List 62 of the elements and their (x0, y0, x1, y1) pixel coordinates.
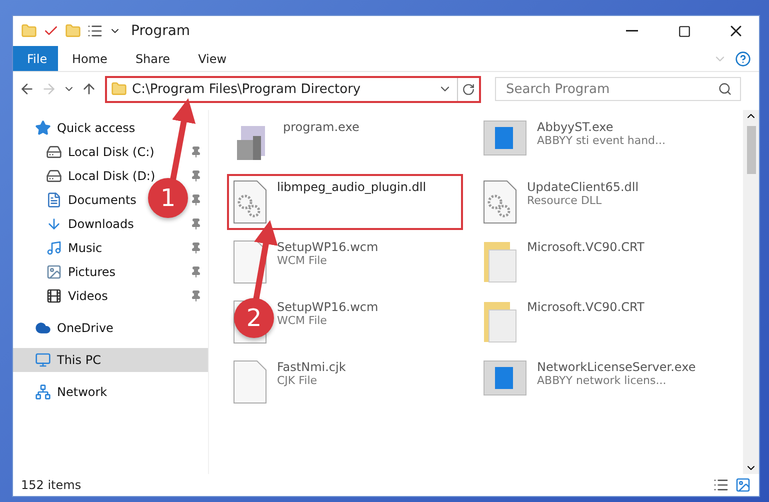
sidebar-item[interactable]: This PC (35, 349, 101, 371)
scrollbar-thumb[interactable] (746, 126, 756, 174)
music-note-icon (46, 240, 62, 256)
file-name[interactable]: Microsoft.VC90.CRT (527, 300, 644, 314)
file-type: WCM File (277, 314, 328, 327)
file-type: CJK File (277, 374, 318, 387)
application-icon (483, 120, 527, 156)
minimize-icon (626, 30, 638, 32)
search-box[interactable]: Search Program (495, 77, 741, 101)
star-icon (35, 120, 51, 136)
ribbon-tab[interactable]: Share (121, 46, 184, 71)
file-icon (233, 360, 267, 404)
ribbon-tab[interactable]: View (184, 46, 241, 71)
file-name[interactable]: FastNmi.cjk (277, 360, 346, 374)
file-name[interactable]: libmpeg_audio_plugin.dll (277, 180, 426, 194)
folder-icon (111, 81, 127, 97)
folder-icon (483, 240, 517, 284)
window-title: Program (131, 23, 192, 39)
large-icons-view-icon[interactable] (735, 477, 751, 493)
file-name[interactable]: Microsoft.VC90.CRT (527, 240, 644, 254)
ribbon-tab[interactable]: File (13, 46, 58, 71)
picture-icon (46, 264, 62, 280)
refresh-icon (462, 82, 475, 96)
cloud-icon (35, 320, 51, 336)
file-name[interactable]: NetworkLicenseServer.exe (537, 360, 696, 374)
film-icon (46, 288, 62, 304)
application-icon (483, 360, 527, 396)
address-bar[interactable]: C:\Program Files\Program Directory (105, 76, 481, 102)
search-icon[interactable] (718, 82, 732, 96)
maximize-icon (678, 24, 690, 38)
drive-icon (46, 144, 62, 160)
item-count: 152 items (21, 478, 82, 492)
monitor-icon (35, 352, 51, 368)
sidebar-item[interactable]: OneDrive (35, 317, 114, 339)
details-view-icon[interactable] (713, 477, 729, 493)
sidebar-item[interactable]: Videos (46, 285, 108, 307)
document-icon (46, 192, 62, 208)
file-type: Resource DLL (527, 194, 603, 207)
sidebar-item[interactable]: Local Disk (C:) (46, 141, 154, 163)
back-icon[interactable] (19, 81, 35, 97)
sidebar-item[interactable]: Quick access (35, 117, 136, 139)
address-path: C:\Program Files\Program Directory (132, 82, 362, 96)
folder-icon (483, 300, 517, 344)
sidebar-item[interactable]: Music (46, 237, 102, 259)
gear-file-icon (483, 180, 517, 224)
file-type: ABBYY sti event hand... (537, 134, 666, 147)
network-icon (35, 384, 51, 400)
sidebar-item[interactable]: Network (35, 381, 108, 403)
drive-icon (46, 168, 62, 184)
properties-icon[interactable] (87, 23, 103, 39)
sidebar-item[interactable]: Downloads (46, 213, 134, 235)
file-type: WCM File (277, 254, 328, 267)
sidebar-item[interactable]: Pictures (46, 261, 116, 283)
gear-file-icon (233, 180, 267, 224)
ribbon-tab[interactable]: Home (58, 46, 122, 71)
file-name[interactable]: SetupWP16.wcm (277, 300, 378, 314)
file-name[interactable]: UpdateClient65.dll (527, 180, 639, 194)
file-type: ABBYY network licens... (537, 374, 668, 387)
file-name[interactable]: AbbyyST.exe (537, 120, 666, 134)
file-name[interactable]: program.exe (283, 120, 360, 134)
file-name[interactable]: SetupWP16.wcm (277, 240, 378, 254)
sidebar-item[interactable]: Documents (46, 189, 136, 211)
